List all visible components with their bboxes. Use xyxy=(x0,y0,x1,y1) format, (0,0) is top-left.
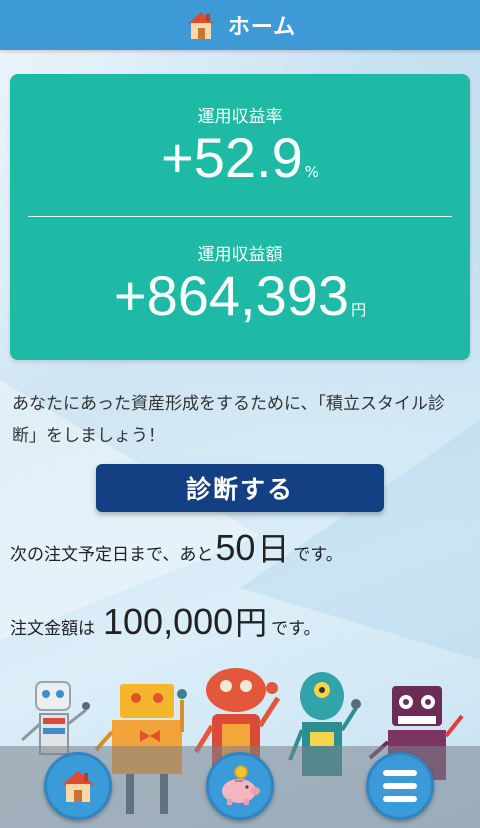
card-divider xyxy=(28,216,452,217)
nav-home-button[interactable] xyxy=(44,752,112,820)
days-unit: 日 xyxy=(257,530,290,568)
return-amount-number: +864,393 xyxy=(113,264,350,327)
house-icon xyxy=(62,771,94,802)
next-order-info: 次の注文予定日まで、あと 50 日 です。 xyxy=(10,524,343,574)
page-title: ホーム xyxy=(227,15,297,40)
return-amount-label: 運用収益額 xyxy=(197,245,283,265)
header-bar: ホーム xyxy=(0,0,480,50)
order-amount-unit: 円 xyxy=(235,604,268,642)
return-rate-value: +52.9% xyxy=(10,126,470,204)
diagnose-button[interactable]: 診断する xyxy=(96,464,384,512)
next-order-suffix: です。 xyxy=(293,545,343,565)
return-rate-label: 運用収益率 xyxy=(197,107,283,127)
diagnosis-description: あなたにあった資産形成をするために、「積立スタイル診断」をしましょう！ xyxy=(12,394,445,446)
robot-illustration xyxy=(21,681,90,755)
order-amount-value: 100,000 xyxy=(103,601,234,642)
return-rate-number: +52.9 xyxy=(161,126,303,189)
house-icon xyxy=(187,12,214,39)
hamburger-menu-icon xyxy=(383,770,417,802)
nav-savings-button[interactable] xyxy=(206,752,274,820)
next-order-prefix: 次の注文予定日まで、あと xyxy=(10,545,214,565)
nav-menu-button[interactable] xyxy=(366,752,434,820)
order-amount-suffix: です。 xyxy=(271,619,321,639)
order-amount-prefix: 注文金額は xyxy=(10,619,95,639)
return-amount-value: +864,393 円 xyxy=(10,264,470,342)
order-amount-info: 注文金額は 100,000 円 です。 xyxy=(10,598,320,648)
return-amount-unit: 円 xyxy=(351,301,367,319)
days-remaining: 50 xyxy=(215,527,256,568)
return-rate-unit: % xyxy=(304,163,319,181)
summary-card: 運用収益率 +52.9% 運用収益額 +864,393 円 xyxy=(10,74,470,360)
piggy-bank-icon xyxy=(222,765,260,805)
